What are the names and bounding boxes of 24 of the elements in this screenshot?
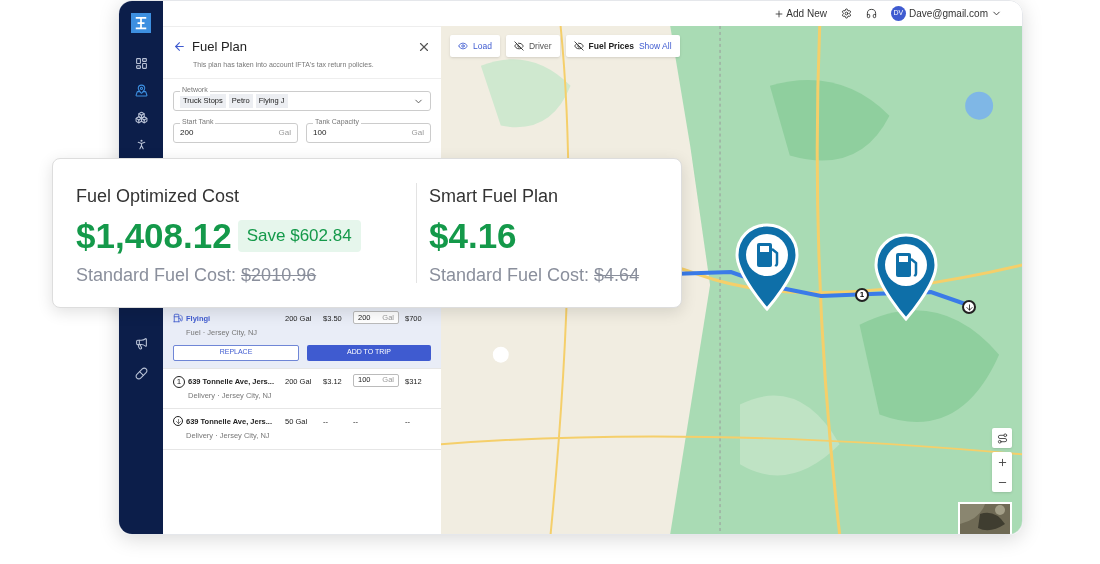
logo-icon[interactable]: [131, 13, 151, 33]
field-value: 200: [180, 127, 194, 139]
field-value: 100: [313, 127, 327, 139]
user-email: Dave@gmail.com: [908, 7, 988, 21]
headset-icon[interactable]: [865, 8, 877, 19]
standard-cost-label: Standard Fuel Cost:: [76, 264, 237, 287]
summary-title: Fuel Optimized Cost: [76, 185, 241, 208]
cost-amount: $1,408.12: [76, 215, 232, 257]
boxes-icon[interactable]: [134, 111, 148, 124]
panel-title: Fuel Plan: [192, 38, 247, 56]
unit-label: Gal: [411, 127, 424, 139]
unit-label: Gal: [278, 127, 291, 139]
add-new-button[interactable]: Add New: [774, 6, 827, 21]
savings-badge: Save $602.84: [237, 220, 361, 252]
settings-icon[interactable]: [840, 8, 852, 19]
map-pin-icon[interactable]: [134, 84, 148, 97]
dashboard-icon[interactable]: [134, 57, 148, 70]
pill-icon[interactable]: [134, 367, 148, 380]
plus-icon: [774, 8, 785, 19]
arrow-down-icon: [173, 416, 183, 426]
standard-cost-value: $2010.96: [241, 264, 317, 287]
megaphone-icon[interactable]: [134, 337, 148, 350]
back-arrow-icon[interactable]: [173, 40, 186, 54]
fuel-pump-icon: [173, 313, 183, 323]
